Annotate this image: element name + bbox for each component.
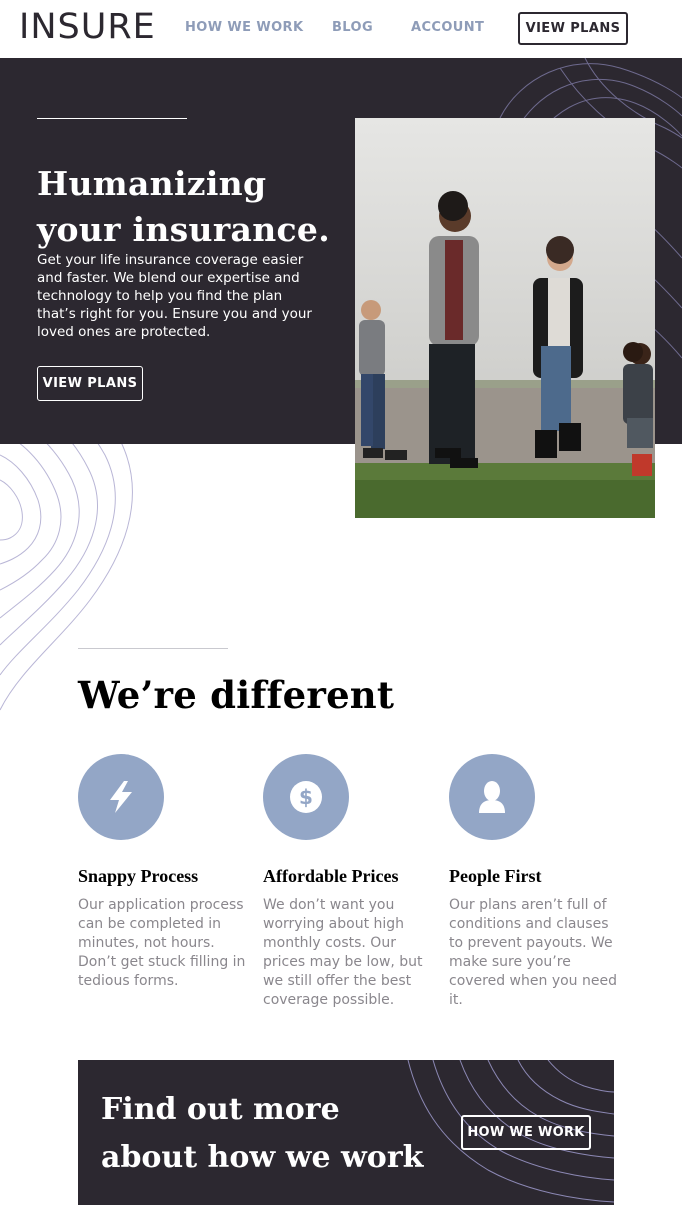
hero-title-line-1: Humanizing [37,164,267,203]
different-divider [78,648,228,649]
how-we-work-button[interactable]: HOW WE WORK [461,1115,591,1150]
hero-title-line-2: your insurance. [37,210,330,249]
different-section-title: We’re different [78,673,395,717]
nav-link-blog[interactable]: BLOG [332,20,373,36]
svg-text:$: $ [299,785,313,809]
logo[interactable]: INSURE [19,9,156,45]
person-icon [449,754,535,840]
family-illustration [355,118,655,518]
feature-description: We don’t want you worrying about high mo… [263,897,423,1008]
feature-card-people-first: People First Our plans aren’t full of co… [449,754,619,1010]
hero-title: Humanizing your insurance. [37,161,337,253]
cta-title: Find out more about how we work [101,1086,431,1182]
site-header: INSURE HOW WE WORK BLOG ACCOUNT VIEW PLA… [0,0,682,58]
hero-description: Get your life insurance coverage easier … [37,252,312,340]
cta-title-line-2: about how we work [101,1140,424,1175]
feature-card-snappy-process: Snappy Process Our application process c… [78,754,248,991]
feature-title: Snappy Process [78,866,199,886]
view-plans-hero-button[interactable]: VIEW PLANS [37,366,143,401]
feature-title: People First [449,866,542,886]
how-we-work-cta: Find out more about how we work HOW WE W… [78,1060,614,1205]
nav-link-how-we-work[interactable]: HOW WE WORK [185,20,303,36]
feature-card-affordable-prices: $ Affordable Prices We don’t want you wo… [263,754,433,1010]
hero-divider [37,118,187,119]
nav-link-account[interactable]: ACCOUNT [411,20,484,36]
cta-title-line-1: Find out more [101,1092,340,1127]
feature-description: Our plans aren’t full of conditions and … [449,897,617,1008]
view-plans-header-button[interactable]: VIEW PLANS [518,12,628,45]
lightning-icon [78,754,164,840]
hero-family-photo [355,118,655,518]
feature-title: Affordable Prices [263,866,399,886]
feature-description: Our application process can be completed… [78,897,246,989]
dollar-icon: $ [263,754,349,840]
